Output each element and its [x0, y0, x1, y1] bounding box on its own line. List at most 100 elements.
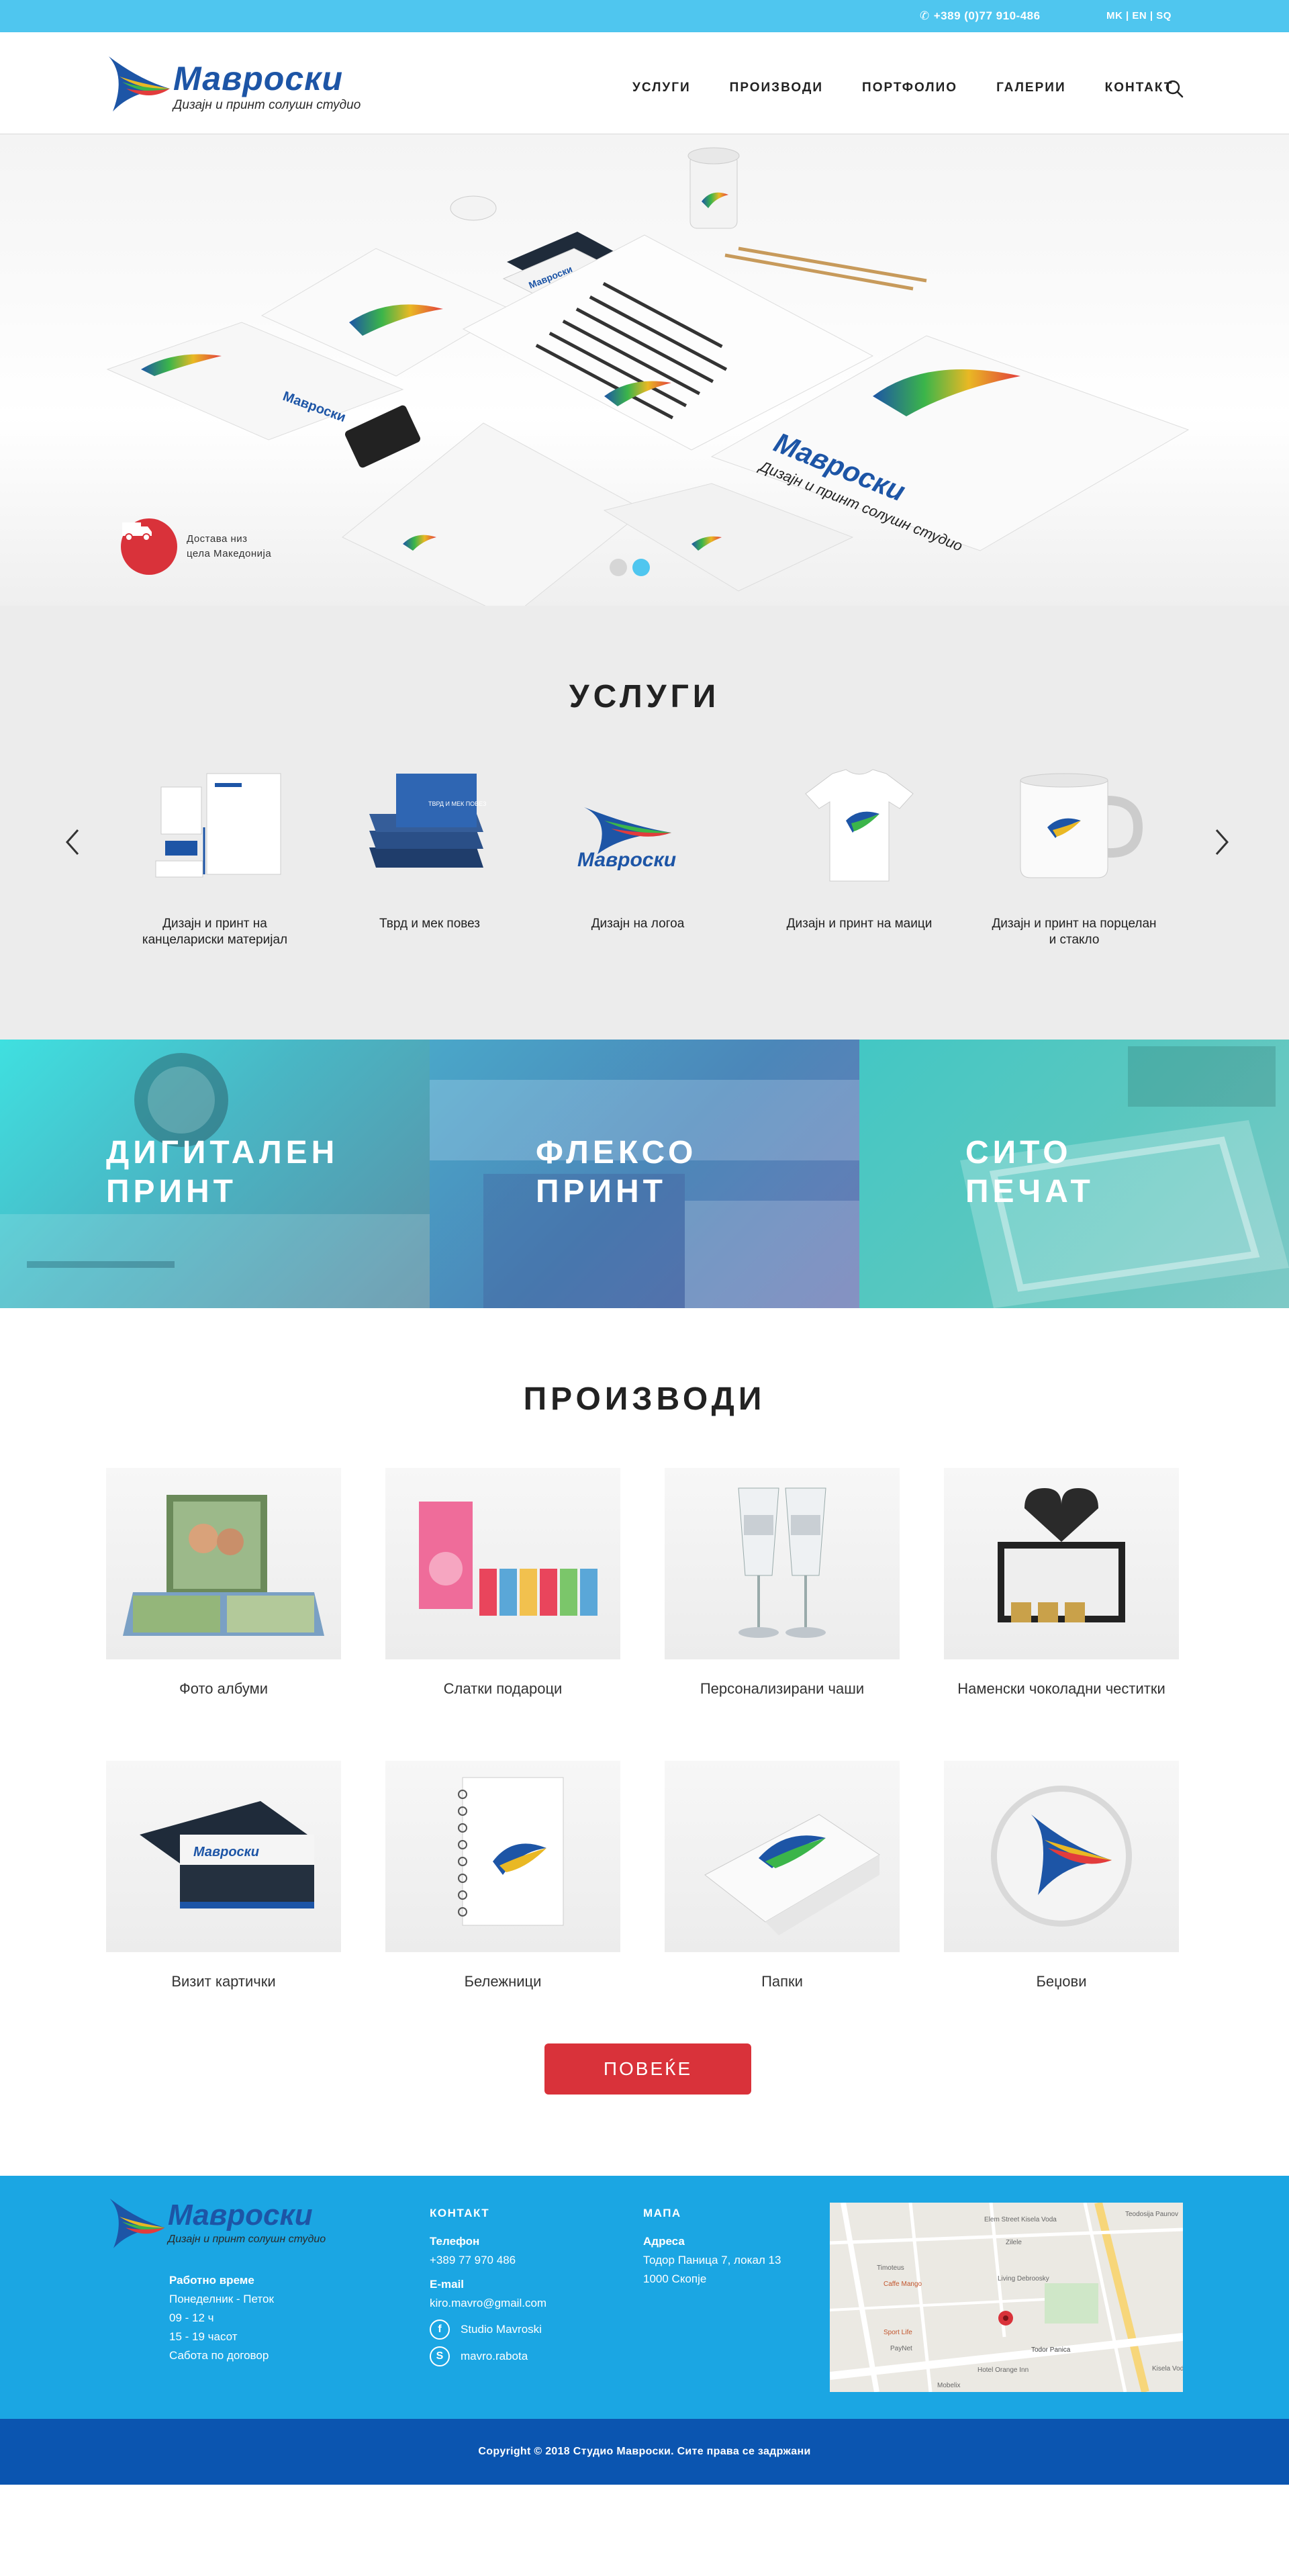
- folder-image: [665, 1761, 900, 1952]
- footer-logo[interactable]: Мавроски Дизајн и принт солушн студио: [107, 2182, 336, 2256]
- lang-mk[interactable]: MK: [1106, 10, 1123, 21]
- photo-album-image: [106, 1468, 341, 1659]
- topbar-phone-text: +389 (0)77 910-486: [933, 9, 1041, 22]
- phone-label: Телефон: [430, 2235, 480, 2248]
- skype-label: mavro.rabota: [461, 2350, 528, 2362]
- service-item[interactable]: Дизајн и принт на канцелариски материјал: [128, 767, 302, 948]
- email-label: E-mail: [430, 2278, 465, 2291]
- address-line: Тодор Паница 7, локал 13: [643, 2254, 781, 2266]
- badge-image: [944, 1761, 1179, 1952]
- book-binding-image: ТВРД И МЕК ПОВЕЗ: [349, 767, 510, 888]
- svg-text:Sport Life: Sport Life: [884, 2329, 912, 2336]
- svg-text:Timoteus: Timoteus: [877, 2264, 904, 2272]
- logo-tagline: Дизајн и принт солушн студио: [173, 98, 361, 112]
- product-label: Персонализирани чаши: [700, 1680, 865, 1697]
- mug-image: [994, 767, 1155, 888]
- logo-brand: Мавроски: [173, 60, 344, 97]
- address-line: 1000 Скопје: [643, 2272, 707, 2285]
- search-icon[interactable]: [1165, 79, 1184, 98]
- lang-en[interactable]: EN: [1132, 10, 1147, 21]
- footer-phone[interactable]: +389 77 970 486: [430, 2251, 546, 2270]
- slider-dots: [610, 559, 650, 576]
- svg-text:Elem Street Kisela Voda: Elem Street Kisela Voda: [984, 2216, 1057, 2223]
- lang-sq[interactable]: SQ: [1156, 10, 1172, 21]
- svg-text:Todor Panica: Todor Panica: [1031, 2346, 1071, 2354]
- nav-products[interactable]: ПРОИЗВОДИ: [730, 81, 823, 95]
- product-label: Беџови: [1036, 1973, 1087, 1990]
- product-label: Визит картички: [171, 1973, 276, 1990]
- nav-services[interactable]: УСЛУГИ: [632, 81, 691, 95]
- service-item[interactable]: ТВРД И МЕК ПОВЕЗ Тврд и мек повез: [342, 767, 517, 932]
- svg-text:PayNet: PayNet: [890, 2345, 912, 2352]
- lang-sep: |: [1123, 10, 1133, 21]
- hours-line: 15 - 19 часот: [169, 2330, 238, 2343]
- banner-label: СИТО ПЕЧАТ: [965, 1135, 1094, 1209]
- hero-slider: Мавроски Мавроски Мавроски Дизајн и прин…: [0, 134, 1289, 606]
- banner-label: ДИГИТАЛЕН ПРИНТ: [106, 1135, 339, 1209]
- service-item[interactable]: Дизајн и принт на маици: [772, 767, 947, 932]
- map-streets: Teodosija Paunov Elem Street Kisela Voda…: [830, 2203, 1183, 2392]
- svg-text:Caffe Mango: Caffe Mango: [884, 2281, 922, 2288]
- more-products-button[interactable]: ПОВЕЌЕ: [544, 2043, 751, 2095]
- site-footer: Мавроски Дизајн и принт солушн студио Ра…: [0, 2176, 1289, 2419]
- product-card[interactable]: Папки: [665, 1761, 900, 1991]
- svg-text:ТВРД И МЕК ПОВЕЗ: ТВРД И МЕК ПОВЕЗ: [428, 800, 486, 807]
- google-map[interactable]: Teodosija Paunov Elem Street Kisela Voda…: [830, 2203, 1183, 2392]
- svg-text:Zilele: Zilele: [1006, 2239, 1022, 2246]
- logo-wings-icon: [109, 56, 170, 111]
- facebook-link[interactable]: f Studio Mavroski: [430, 2319, 546, 2340]
- carousel-prev-icon[interactable]: [59, 822, 86, 862]
- hours-title: Работно време: [169, 2274, 254, 2287]
- services-title: УСЛУГИ: [569, 679, 720, 715]
- site-logo[interactable]: Мавроски Дизајн и принт солушн студио: [106, 50, 361, 117]
- svg-text:Living Debroosky: Living Debroosky: [998, 2275, 1049, 2283]
- product-card[interactable]: Беџови: [944, 1761, 1179, 1991]
- topbar-phone[interactable]: ✆ +389 (0)77 910-486: [920, 9, 1045, 23]
- banner-digital-print[interactable]: ДИГИТАЛЕН ПРИНТ: [0, 1040, 430, 1308]
- nav-contact[interactable]: КОНТАКТ: [1105, 81, 1174, 95]
- service-label: Дизајн и принт на маици: [786, 917, 933, 931]
- product-card[interactable]: Мавроски Визит картички: [106, 1761, 341, 1991]
- product-card[interactable]: Слатки подароци: [385, 1468, 620, 1698]
- service-item[interactable]: Дизајн и принт на порцелан и стакло: [987, 767, 1161, 948]
- svg-text:Kisela Voda: Kisela Voda: [1152, 2365, 1183, 2373]
- logo-wings-icon: [109, 2199, 165, 2248]
- top-bar: ✆ +389 (0)77 910-486 MK | EN | SQ: [0, 0, 1289, 32]
- delivery-badge: Достава низ цела Македонија: [121, 518, 271, 575]
- site-header: Мавроски Дизајн и принт солушн студио УС…: [0, 32, 1289, 134]
- footer-brand: Мавроски: [168, 2199, 313, 2232]
- delivery-line2: цела Македонија: [187, 548, 272, 559]
- footer-email[interactable]: kiro.mavro@gmail.com: [430, 2294, 546, 2313]
- svg-text:Mobelix: Mobelix: [937, 2382, 960, 2389]
- address-label: Адреса: [643, 2235, 685, 2248]
- banner-label: ФЛЕКСО ПРИНТ: [536, 1135, 698, 1209]
- nav-portfolio[interactable]: ПОРТФОЛИО: [862, 81, 957, 95]
- hours-line: 09 - 12 ч: [169, 2311, 214, 2324]
- service-label: Дизајн на логоа: [591, 917, 685, 931]
- service-item[interactable]: Мавроски Дизајн на логоа: [551, 767, 725, 932]
- sweet-gifts-image: [385, 1468, 620, 1659]
- skype-link[interactable]: S mavro.rabota: [430, 2346, 546, 2366]
- svg-text:Hotel Orange Inn: Hotel Orange Inn: [977, 2366, 1029, 2374]
- product-card[interactable]: Наменски чоколадни честитки: [944, 1468, 1179, 1698]
- product-label: Бележници: [464, 1973, 542, 1990]
- carousel-next-icon[interactable]: [1208, 822, 1235, 862]
- product-card[interactable]: Фото албуми: [106, 1468, 341, 1698]
- business-cards-image: Мавроски: [106, 1761, 341, 1952]
- chocolate-cards-image: [944, 1468, 1179, 1659]
- skype-icon: S: [430, 2346, 450, 2366]
- slider-dot-1[interactable]: [610, 559, 627, 576]
- banner-flexo-print[interactable]: ФЛЕКСО ПРИНТ: [430, 1040, 859, 1308]
- banner-screen-print[interactable]: СИТО ПЕЧАТ: [859, 1040, 1289, 1308]
- phone-icon: ✆: [920, 9, 930, 22]
- product-card[interactable]: Персонализирани чаши: [665, 1468, 900, 1698]
- slider-dot-2[interactable]: [632, 559, 650, 576]
- delivery-line1: Достава низ: [187, 533, 248, 545]
- products-title: ПРОИЗВОДИ: [523, 1381, 766, 1417]
- main-nav: УСЛУГИ ПРОИЗВОДИ ПОРТФОЛИО ГАЛЕРИИ КОНТА…: [632, 81, 1174, 95]
- product-card[interactable]: Бележници: [385, 1761, 620, 1991]
- nav-galleries[interactable]: ГАЛЕРИИ: [996, 81, 1066, 95]
- services-section: УСЛУГИ Дизајн и принт на канцелариски ма…: [0, 606, 1289, 1040]
- svg-text:Мавроски: Мавроски: [193, 1845, 259, 1859]
- svg-text:Мавроски: Мавроски: [577, 849, 676, 871]
